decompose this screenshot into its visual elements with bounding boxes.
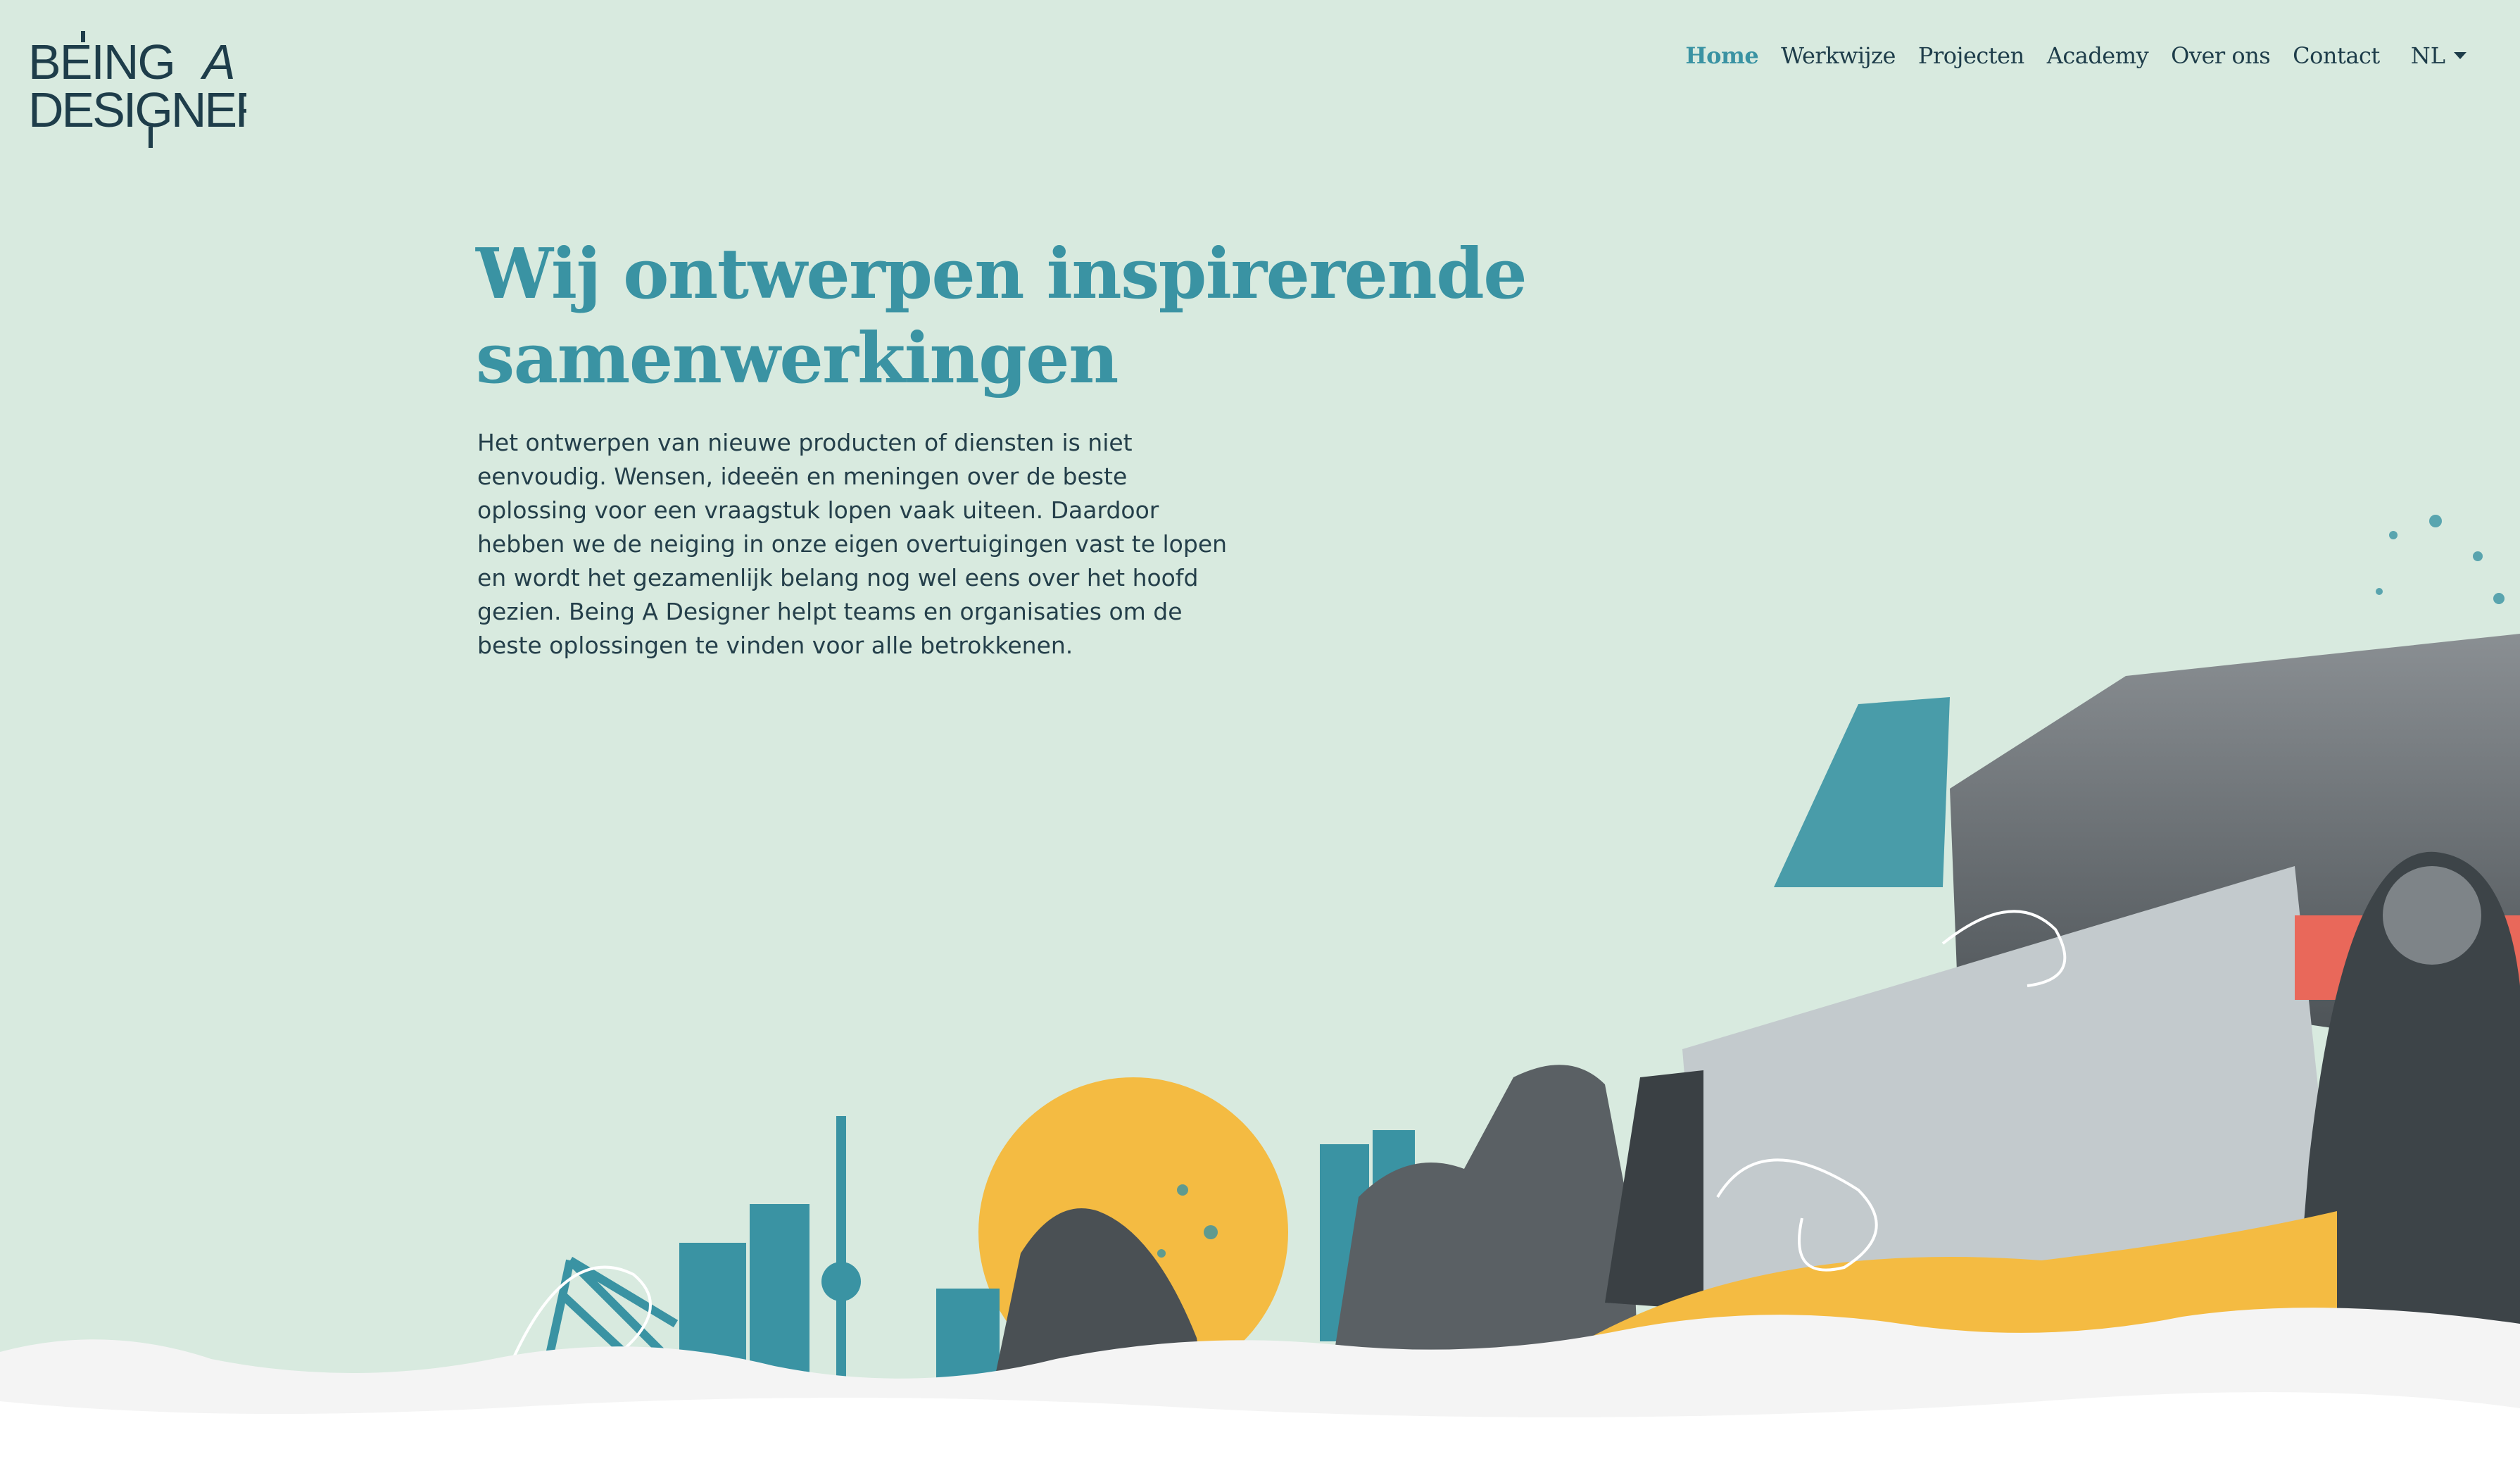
nav-projecten[interactable]: Projecten bbox=[1918, 42, 2024, 69]
logo[interactable]: BEING A DESIGNER bbox=[28, 28, 246, 155]
logo-a: A bbox=[200, 35, 236, 89]
caret-down-icon bbox=[2454, 52, 2467, 59]
language-dropdown[interactable]: NL bbox=[2411, 42, 2467, 69]
language-label: NL bbox=[2410, 42, 2445, 69]
hero-title-line2: samenwerkingen bbox=[476, 318, 1119, 399]
nav-contact[interactable]: Contact bbox=[2293, 42, 2380, 69]
logo-designer: DESIGNER bbox=[28, 82, 246, 137]
logo-being: BEING bbox=[28, 35, 175, 89]
hero-title-line1: Wij ontwerpen inspirerende bbox=[476, 234, 1527, 315]
nav-home[interactable]: Home bbox=[1685, 42, 1758, 69]
hero-collage-illustration bbox=[0, 515, 2520, 1466]
nav-werkwijze[interactable]: Werkwijze bbox=[1781, 42, 1896, 69]
nav-academy[interactable]: Academy bbox=[2047, 42, 2149, 69]
teal-brush-top bbox=[1774, 697, 1950, 887]
hero-title: Wij ontwerpen inspirerende samenwerkinge… bbox=[476, 232, 1532, 401]
nav-over-ons[interactable]: Over ons bbox=[2171, 42, 2271, 69]
main-nav: Home Werkwijze Projecten Academy Over on… bbox=[1663, 42, 2467, 69]
